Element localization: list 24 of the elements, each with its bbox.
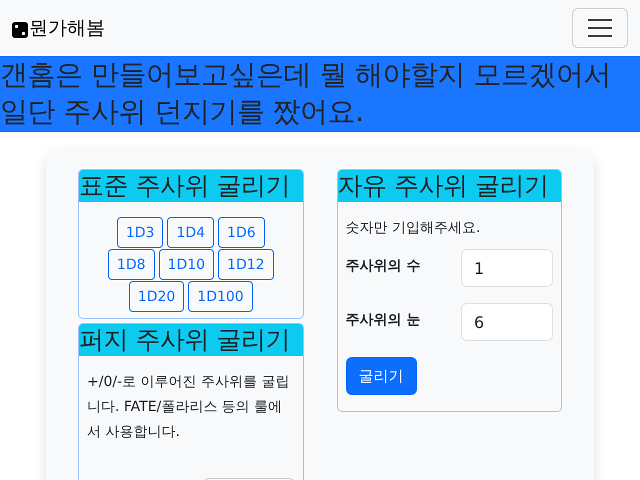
number-field[interactable]: 1 bbox=[461, 249, 553, 287]
dice-button[interactable]: 1D12 bbox=[218, 249, 274, 280]
dice-icon bbox=[12, 22, 28, 38]
dice-button[interactable]: 1D4 bbox=[167, 217, 214, 248]
dice-button[interactable]: 1D20 bbox=[128, 281, 184, 312]
dice-button[interactable]: 1D10 bbox=[158, 249, 214, 280]
field-label: 주사위의 수 bbox=[346, 257, 420, 275]
brand-text: 뭔가해봄 bbox=[29, 16, 105, 41]
menu-button[interactable] bbox=[572, 8, 628, 48]
field-label: 주사위의 눈 bbox=[346, 311, 420, 329]
dice-button[interactable]: 1D6 bbox=[218, 217, 265, 248]
banner-heading: 갠홈은 만들어보고싶은데 뭘 해야할지 모르겠어서 일단 주사위 던지기를 짰어요. bbox=[0, 56, 640, 132]
hint-text: 숫자만 기입해주세요. bbox=[346, 219, 482, 237]
card-title: 퍼지 주사위 굴리기 bbox=[79, 324, 302, 356]
card-title: 표준 주사위 굴리기 bbox=[79, 170, 302, 202]
description-text: +/0/-로 이루어진 주사위를 굴립니다. FATE/폴라리스 등의 룰에서 사용합니다. bbox=[86, 373, 290, 442]
roll-button[interactable]: 굴리기 bbox=[346, 357, 416, 395]
number-field[interactable]: 6 bbox=[461, 303, 553, 341]
dice-button[interactable]: 1D100 bbox=[188, 281, 253, 312]
brand-link[interactable]: 뭔가해봄 bbox=[12, 15, 105, 41]
dice-button[interactable]: 1D3 bbox=[116, 217, 164, 248]
menu-icon bbox=[588, 18, 612, 38]
dice-button[interactable]: 1D8 bbox=[108, 249, 155, 280]
card-title: 자유 주사위 굴리기 bbox=[338, 170, 561, 202]
